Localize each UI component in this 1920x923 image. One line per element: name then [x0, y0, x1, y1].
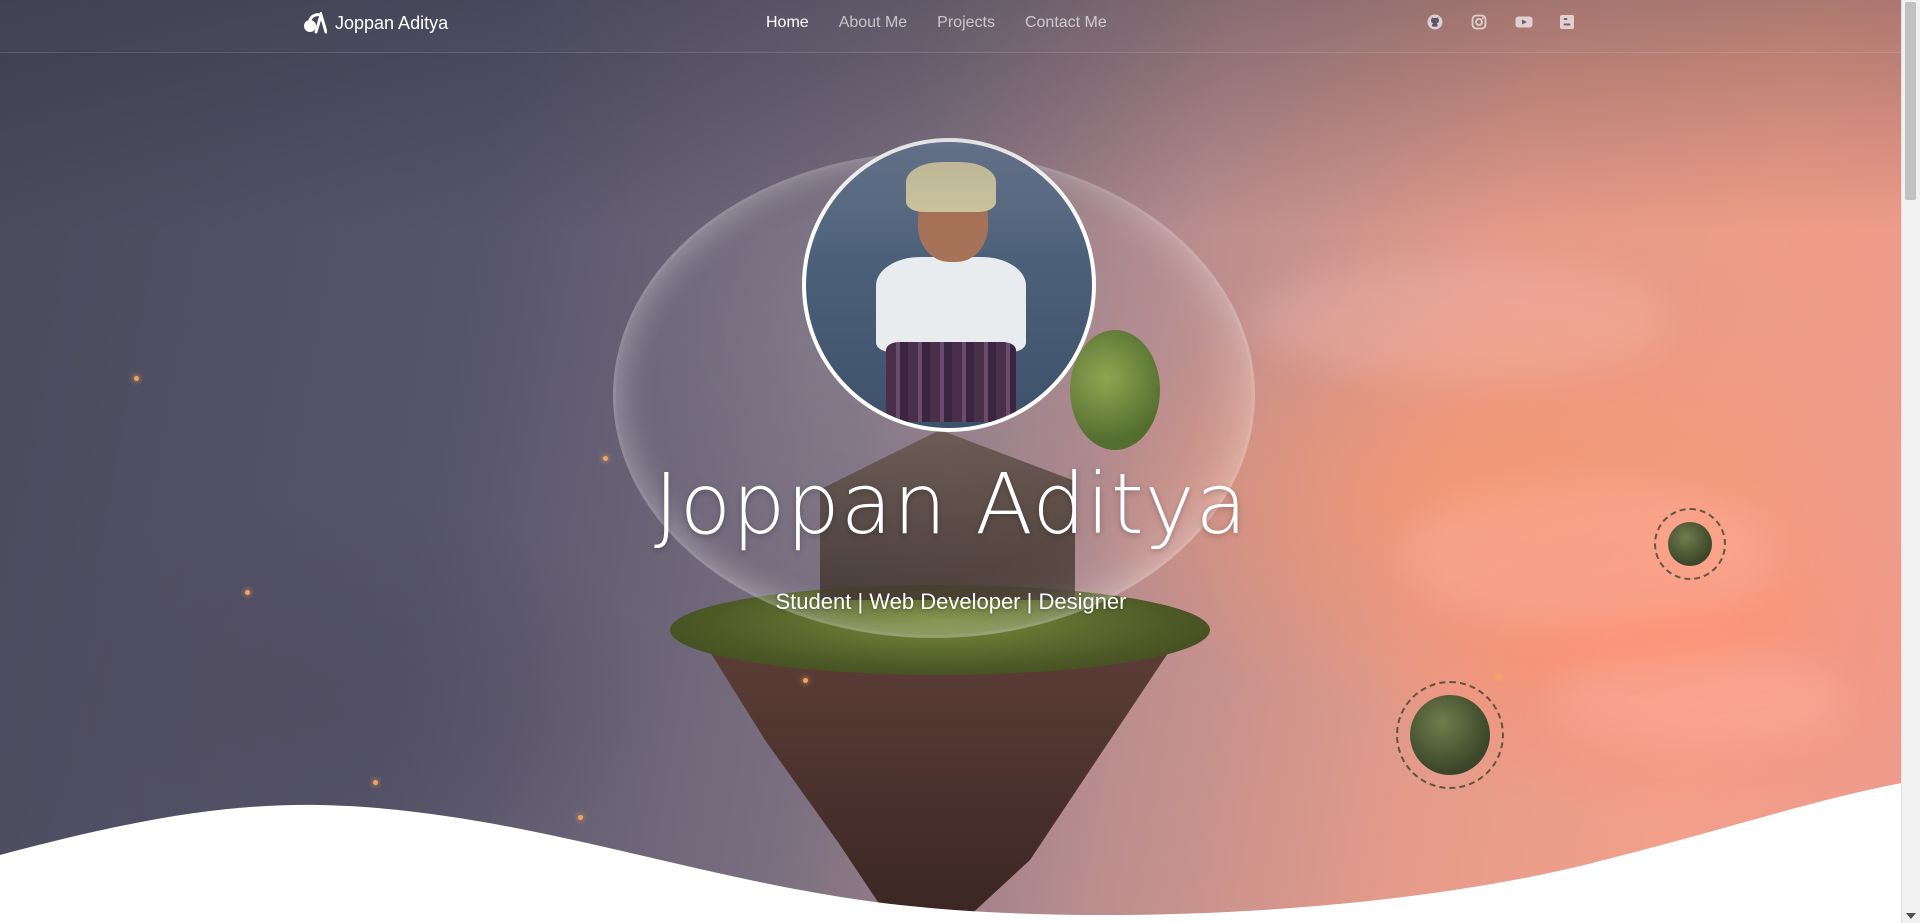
cloud: [1250, 260, 1670, 380]
avatar-figure-legs: [886, 342, 1016, 422]
avatar-figure-hat: [906, 162, 996, 212]
github-icon[interactable]: [1427, 14, 1443, 30]
instagram-icon[interactable]: [1471, 14, 1487, 30]
youtube-icon[interactable]: [1515, 14, 1533, 30]
scrollbar-thumb[interactable]: [1905, 2, 1916, 200]
glass-globe: [613, 152, 1255, 638]
bottom-wave: [0, 783, 1902, 923]
scroll-down-arrow-icon[interactable]: [1906, 913, 1916, 919]
ember: [1496, 675, 1501, 680]
tree-image: [1070, 330, 1160, 450]
ember: [803, 678, 808, 683]
profile-avatar: [802, 138, 1096, 432]
brand-link[interactable]: Joppan Aditya: [303, 12, 448, 34]
nav-contact-me[interactable]: Contact Me: [1025, 14, 1107, 32]
avatar-figure-body: [876, 257, 1026, 352]
nav-home[interactable]: Home: [766, 14, 809, 32]
brand-name: Joppan Aditya: [335, 12, 449, 33]
nav-projects[interactable]: Projects: [937, 14, 995, 32]
blogger-icon[interactable]: [1559, 14, 1575, 30]
social-links: [1427, 14, 1575, 30]
nav-links: Home About Me Projects Contact Me: [766, 14, 1107, 32]
page: Joppan Aditya Student | Web Developer | …: [0, 0, 1920, 923]
vertical-scrollbar[interactable]: [1901, 0, 1920, 923]
cloud: [1550, 650, 1850, 750]
hero-subtitle: Student | Web Developer | Designer: [775, 589, 1127, 614]
navbar: Joppan Aditya Home About Me Projects Con…: [0, 0, 1902, 53]
nav-about-me[interactable]: About Me: [839, 14, 907, 32]
avatar-figure-head: [918, 182, 988, 262]
hero-title: Joppan Aditya: [654, 455, 1248, 553]
ember: [134, 376, 139, 381]
logo-icon: [303, 12, 327, 34]
